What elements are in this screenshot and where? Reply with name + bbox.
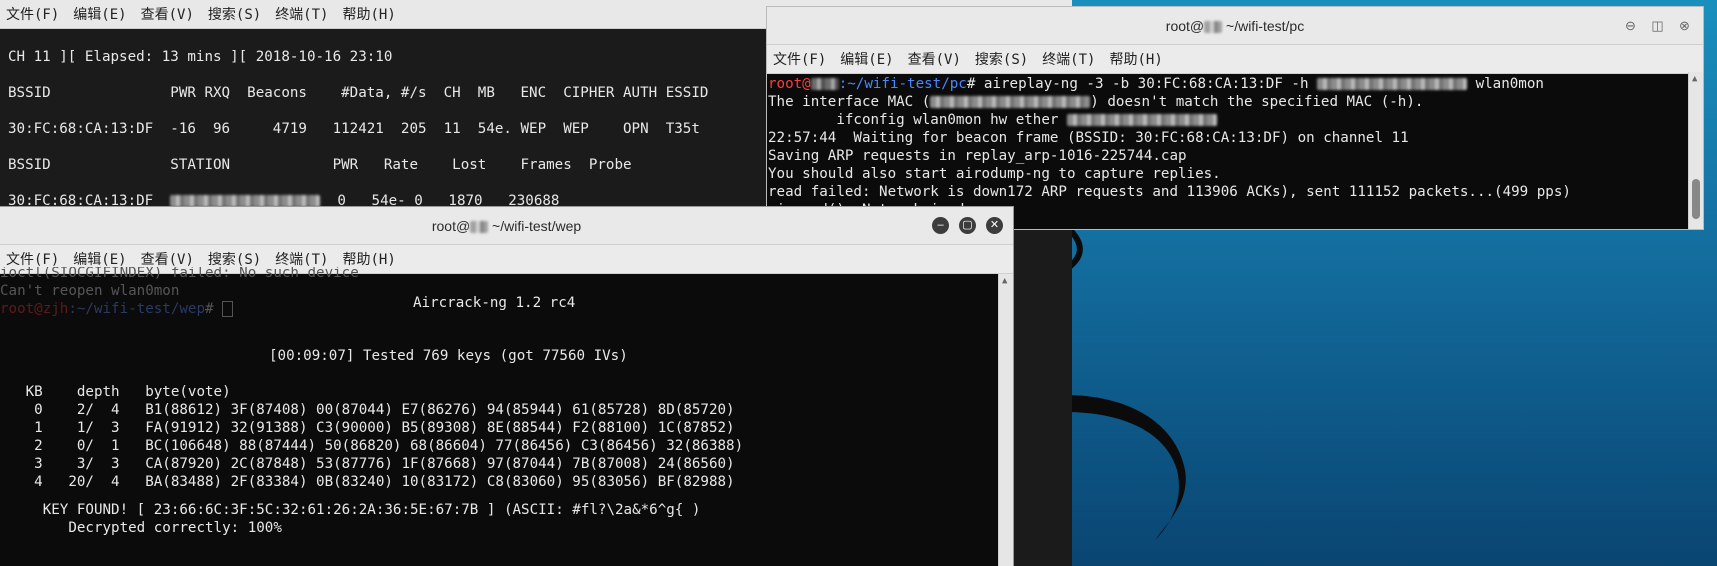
desktop-screen: { "menu": { "file": "文件(F)", "edit": "编辑… [0,0,1717,566]
menu-help[interactable]: 帮助(H) [342,249,395,269]
maximize-icon[interactable]: ◫ [1649,17,1666,34]
menu-search[interactable]: 搜索(S) [208,4,261,24]
command-tail: wlan0mon [1467,76,1544,92]
menu-terminal[interactable]: 终端(T) [275,4,328,24]
menu-file[interactable]: 文件(F) [6,249,59,269]
minimize-icon[interactable]: – [932,217,949,234]
menu-terminal[interactable]: 终端(T) [275,249,328,269]
faded-error-line: ioctl(SIOCGIFINDEX) failed: No such devi… [0,267,359,281]
menu-file[interactable]: 文件(F) [773,49,826,69]
ifconfig-hint: ifconfig wlan0mon hw ether [768,112,1067,128]
ap-table-header: BSSID PWR RXQ Beacons #Data, #/s CH MB E… [8,85,709,101]
key-found-line: KEY FOUND! [ 23:66:6C:3F:5C:32:61:26:2A:… [0,502,701,518]
close-icon[interactable]: ⊗ [1676,17,1693,34]
mac-mismatch-text: The interface MAC ( [768,94,931,110]
maximize-icon[interactable]: ▢ [959,217,976,234]
menu-help[interactable]: 帮助(H) [1109,49,1162,69]
pc-window-title: root@ ~/wifi-test/pc [1166,18,1304,34]
aircrack-header: Aircrack-ng 1.2 rc4 [413,295,576,311]
menu-edit[interactable]: 编辑(E) [73,249,126,269]
pc-output-line: The interface MAC ( ) doesn't match the s… [768,93,1688,111]
pc-titlebar[interactable]: root@ ~/wifi-test/pc ⊖ ◫ ⊗ [767,7,1703,45]
kb-row: 1 1/ 3 FA(91912) 32(91388) C3(90000) B5(… [0,420,735,436]
wep-terminal-window[interactable]: root@ ~/wifi-test/wep – ▢ ✕ 文件(F) 编辑(E) … [0,207,1013,566]
pc-title-user: root@ [1165,17,1205,34]
pc-terminal-window[interactable]: root@ ~/wifi-test/pc ⊖ ◫ ⊗ 文件(F) 编辑(E) 查… [767,7,1703,229]
kb-table-header: KB depth byte(vote) [0,384,231,400]
redacted-station-mac [170,195,321,207]
pc-terminal-output[interactable]: root@ :~/wifi-test/pc# aireplay-ng -3 -b … [768,75,1688,219]
wep-title-path: ~/wifi-test/wep [488,217,582,234]
menu-file[interactable]: 文件(F) [6,4,59,24]
pc-output-line: ifconfig wlan0mon hw ether [768,111,1688,129]
menu-search[interactable]: 搜索(S) [975,49,1028,69]
pc-window-controls: ⊖ ◫ ⊗ [1622,7,1693,44]
prompt-end: # [205,301,223,317]
prompt-user: root@zjh [0,301,69,317]
wep-titlebar[interactable]: root@ ~/wifi-test/wep – ▢ ✕ [0,207,1013,245]
pc-output-line: 22:57:44 Waiting for beacon frame (BSSID… [768,130,1409,146]
wep-window-controls: – ▢ ✕ [932,207,1003,244]
pc-output-line: read failed: Network is down172 ARP requ… [768,184,1571,200]
pc-title-path: ~/wifi-test/pc [1222,17,1305,34]
menu-edit[interactable]: 编辑(E) [840,49,893,69]
menu-view[interactable]: 查看(V) [908,49,961,69]
pc-scrollbar-thumb[interactable] [1692,179,1700,219]
menu-edit[interactable]: 编辑(E) [73,4,126,24]
pc-menubar: 文件(F) 编辑(E) 查看(V) 搜索(S) 终端(T) 帮助(H) [767,45,1703,74]
kb-row: 2 0/ 1 BC(106648) 88(87444) 50(86820) 68… [0,438,744,454]
menu-view[interactable]: 查看(V) [141,249,194,269]
redacted-hostname [1204,20,1223,33]
tested-keys-line: [00:09:07] Tested 769 keys (got 77560 IV… [269,348,628,364]
kb-row: 4 20/ 4 BA(83488) 2F(83384) 0B(83240) 10… [0,474,735,490]
pc-output-line: Saving ARP requests in replay_arp-1016-2… [768,148,1187,164]
cursor [222,301,234,317]
wep-terminal-output[interactable]: ioctl(SIOCGIFINDEX) failed: No such devi… [0,267,995,566]
close-icon[interactable]: ✕ [986,217,1003,234]
redacted-hostname [810,78,839,90]
pc-scrollbar[interactable]: ▲ [1688,72,1703,229]
wep-scrollbar[interactable]: ▲ [998,274,1013,566]
pc-prompt-line: root@ :~/wifi-test/pc# aireplay-ng -3 -b … [768,75,1688,93]
pc-output-line: You should also start airodump-ng to cap… [768,166,1221,182]
menu-search[interactable]: 搜索(S) [208,249,261,269]
prompt-path: :~/wifi-test/pc [838,76,967,92]
redacted-mac [1317,78,1468,90]
mac-mismatch-text-end: ) doesn't match the specified MAC (-h). [1090,94,1424,110]
prompt-command: # aireplay-ng -3 -b 30:FC:68:CA:13:DF -h [966,76,1318,92]
faded-prompt-line: root@zjh:~/wifi-test/wep# [0,300,359,318]
prompt-user: root@ [768,76,811,92]
decrypted-line: Decrypted correctly: 100% [0,520,282,536]
menu-terminal[interactable]: 终端(T) [1042,49,1095,69]
ap-row: 30:FC:68:CA:13:DF -16 96 4719 112421 205… [8,121,700,137]
wep-window-title: root@ ~/wifi-test/wep [432,218,581,234]
kb-row: 3 3/ 3 CA(87920) 2C(87848) 53(87776) 1F(… [0,456,735,472]
redacted-mac [930,96,1091,108]
menu-view[interactable]: 查看(V) [141,4,194,24]
prompt-path: :~/wifi-test/wep [68,301,206,317]
airodump-status: CH 11 ][ Elapsed: 13 mins ][ 2018-10-16 … [8,49,393,65]
minimize-icon[interactable]: ⊖ [1622,17,1639,34]
redacted-hostname [470,220,489,233]
station-table-header: BSSID STATION PWR Rate Lost Frames Probe [8,157,632,173]
menu-help[interactable]: 帮助(H) [342,4,395,24]
wep-title-user: root@ [431,217,471,234]
kb-row: 0 2/ 4 B1(88612) 3F(87408) 00(87044) E7(… [0,402,735,418]
redacted-mac [1066,114,1217,126]
faded-error-line: Can't reopen wlan0mon [0,283,180,299]
